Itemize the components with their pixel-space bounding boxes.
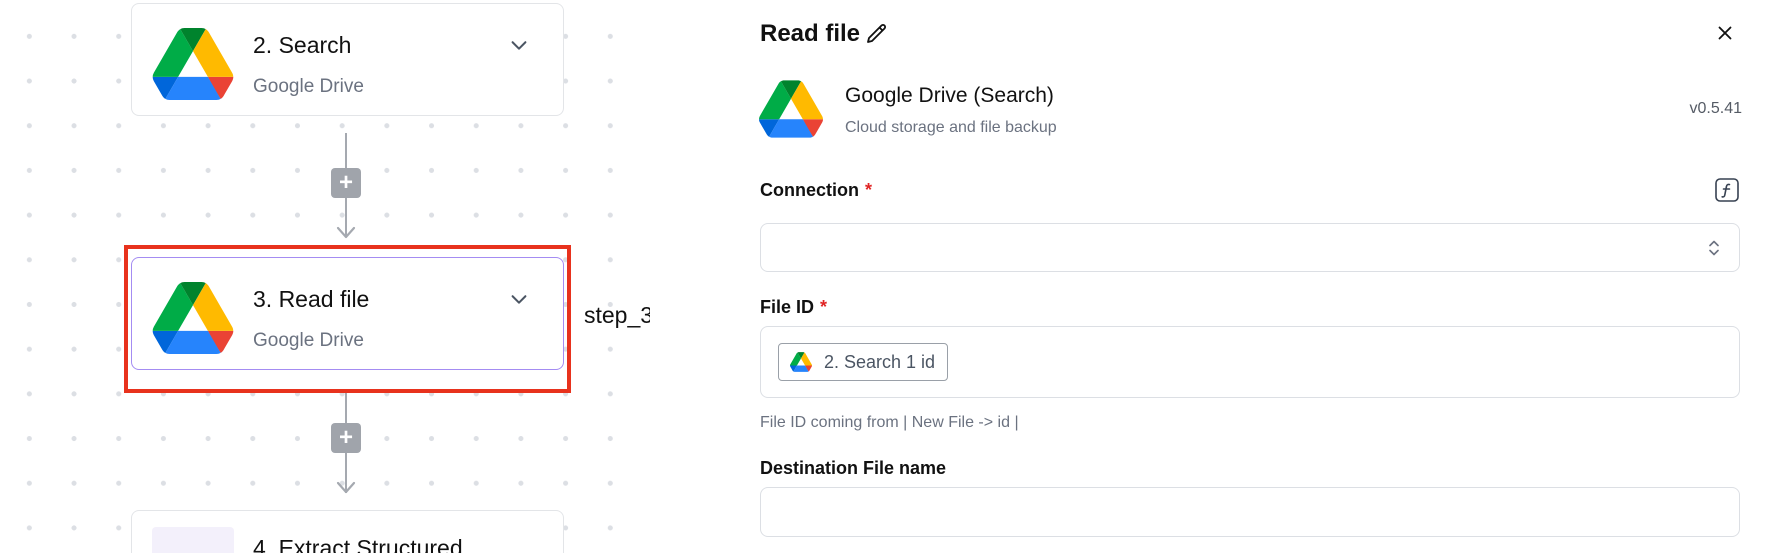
- panel-title: Read file: [760, 20, 861, 47]
- destination-file-name-label: Destination File name: [760, 458, 947, 478]
- step-app-name: Google Drive: [253, 76, 364, 97]
- file-id-reference-chip[interactable]: 2. Search 1 id: [778, 343, 949, 381]
- placeholder-icon: [152, 527, 234, 553]
- step-id-label: step_3: [584, 302, 650, 328]
- step-node-search[interactable]: 2. Search Google Drive: [131, 3, 564, 116]
- connection-label-text: Connection: [760, 180, 859, 200]
- google-drive-icon: [152, 28, 234, 100]
- selection-highlight: [124, 245, 571, 393]
- step-settings-panel: Read file Google Drive (Search) Cloud st…: [730, 0, 1770, 553]
- required-mark: *: [820, 297, 828, 317]
- add-step-button[interactable]: +: [331, 168, 361, 198]
- formula-icon[interactable]: [1714, 177, 1740, 203]
- step-title: 4. Extract Structured: [253, 535, 463, 553]
- file-id-label: File ID *: [760, 297, 827, 318]
- destination-file-name-input[interactable]: [760, 487, 1740, 537]
- arrow-down-icon: [336, 481, 356, 494]
- app-description: Cloud storage and file backup: [845, 119, 1057, 136]
- workflow-canvas[interactable]: 2. Search Google Drive + 3. Read file Go…: [0, 0, 650, 553]
- select-arrows-icon: [1709, 240, 1719, 256]
- connection-select[interactable]: [760, 223, 1740, 272]
- file-id-label-text: File ID: [760, 297, 815, 317]
- app-version: v0.5.41: [1689, 100, 1742, 117]
- chevron-down-icon[interactable]: [508, 34, 530, 56]
- app-name: Google Drive (Search): [845, 84, 1054, 107]
- close-icon[interactable]: [1714, 22, 1736, 44]
- arrow-down-icon: [336, 226, 356, 239]
- chip-label: 2. Search 1 id: [824, 351, 936, 372]
- add-step-button[interactable]: +: [331, 423, 361, 453]
- required-mark: *: [865, 180, 873, 200]
- step-node-extract-structured[interactable]: 4. Extract Structured: [131, 510, 564, 553]
- file-id-input[interactable]: 2. Search 1 id: [760, 326, 1740, 398]
- google-drive-icon: [790, 352, 812, 372]
- google-drive-icon: [759, 80, 823, 138]
- pencil-icon[interactable]: [865, 22, 889, 46]
- connection-label: Connection *: [760, 180, 872, 201]
- step-title: 2. Search: [253, 32, 352, 58]
- file-id-help-text: File ID coming from | New File -> id |: [760, 414, 1019, 431]
